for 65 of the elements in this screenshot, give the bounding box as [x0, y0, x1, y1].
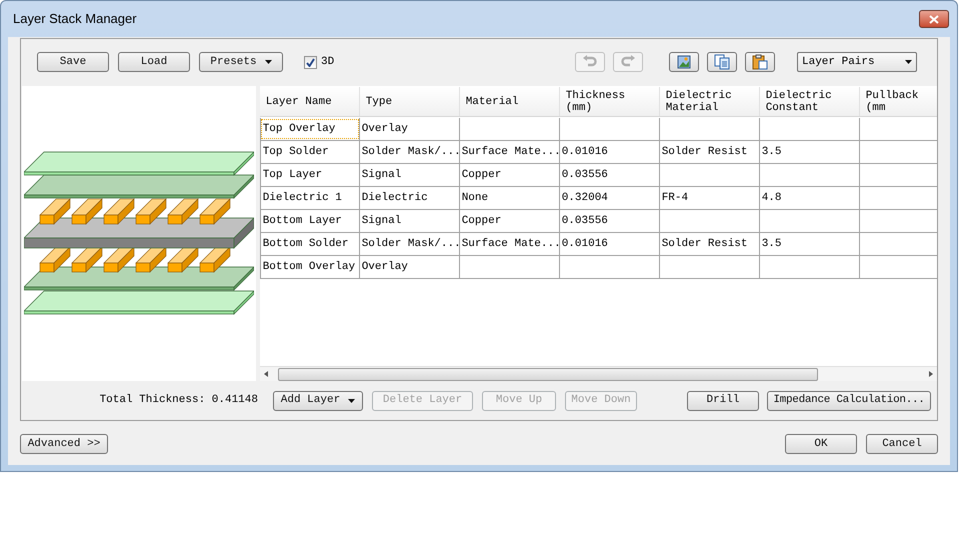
- table-cell[interactable]: None: [460, 187, 560, 209]
- table-cell[interactable]: Bottom Solder: [260, 233, 360, 255]
- table-cell[interactable]: 4.8: [760, 187, 860, 209]
- toolbar-button[interactable]: [707, 52, 737, 72]
- presets-dropdown[interactable]: Presets: [199, 52, 283, 72]
- table-cell[interactable]: Bottom Layer: [260, 210, 360, 232]
- table-cell[interactable]: Bottom Overlay: [260, 256, 360, 278]
- table-cell[interactable]: Solder Resist: [660, 141, 760, 163]
- ok-button[interactable]: OK: [785, 434, 857, 454]
- horizontal-scrollbar[interactable]: [260, 366, 937, 381]
- table-cell[interactable]: Surface Mate...: [460, 141, 560, 163]
- impedance-button[interactable]: Impedance Calculation...: [767, 390, 931, 410]
- toolbar-button[interactable]: Save: [37, 52, 109, 72]
- column-header[interactable]: Type: [360, 87, 460, 116]
- column-header[interactable]: Layer Name: [260, 87, 360, 116]
- cancel-button[interactable]: Cancel: [866, 434, 938, 454]
- close-icon: [929, 14, 939, 24]
- checkbox-label: 3D: [321, 54, 334, 70]
- toolbar-button[interactable]: [745, 52, 775, 72]
- table-cell[interactable]: 3.5: [760, 233, 860, 255]
- copy-icon: [714, 54, 730, 70]
- table-cell[interactable]: 3.5: [760, 141, 860, 163]
- add-layer-dropdown[interactable]: Add Layer: [273, 390, 363, 410]
- column-header[interactable]: Dielectric Constant: [760, 87, 860, 116]
- advanced-button[interactable]: Advanced >>: [20, 434, 108, 454]
- table-cell[interactable]: FR-4: [660, 187, 760, 209]
- picture-frame-icon: [676, 54, 692, 70]
- scrollbar-thumb[interactable]: [278, 368, 818, 380]
- table-cell[interactable]: Copper: [460, 210, 560, 232]
- column-header[interactable]: Material: [460, 87, 560, 116]
- caret-icon: [905, 60, 912, 64]
- table-cell[interactable]: Overlay: [360, 256, 460, 278]
- table-cell[interactable]: Signal: [360, 210, 460, 232]
- table-cell[interactable]: Signal: [360, 164, 460, 186]
- table-cell[interactable]: Solder Mask/...: [360, 141, 460, 163]
- toolbar-button[interactable]: Load: [118, 52, 190, 72]
- total-thickness-label: Total Thickness: 0.41148: [100, 393, 258, 408]
- table-cell[interactable]: 0.03556: [560, 164, 660, 186]
- table-cell[interactable]: Overlay: [360, 118, 460, 140]
- caret-icon: [264, 60, 272, 64]
- window-title: Layer Stack Manager: [13, 10, 137, 28]
- table-cell[interactable]: Dielectric 1: [260, 187, 360, 209]
- table-cell[interactable]: 0.32004: [560, 187, 660, 209]
- table-cell[interactable]: Top Overlay: [260, 118, 360, 140]
- table-cell[interactable]: Dielectric: [360, 187, 460, 209]
- table-cell[interactable]: Copper: [460, 164, 560, 186]
- table-cell[interactable]: Solder Resist: [660, 233, 760, 255]
- table-cell[interactable]: Top Solder: [260, 141, 360, 163]
- clipboard-icon: [752, 54, 768, 70]
- table-cell[interactable]: 0.01016: [560, 141, 660, 163]
- checkbox[interactable]: [304, 56, 317, 68]
- column-header[interactable]: Dielectric Material: [660, 87, 760, 116]
- toolbar-button[interactable]: [669, 52, 699, 72]
- table-cell[interactable]: Top Layer: [260, 164, 360, 186]
- table-cell[interactable]: 0.01016: [560, 233, 660, 255]
- check-icon: [306, 58, 315, 66]
- table-cell[interactable]: Surface Mate...: [460, 233, 560, 255]
- caret-icon: [348, 398, 356, 402]
- table-cell[interactable]: 0.03556: [560, 210, 660, 232]
- column-header[interactable]: Pullback (mm: [860, 87, 937, 116]
- close-button[interactable]: [919, 10, 949, 28]
- view-select[interactable]: Layer Pairs: [797, 52, 917, 72]
- drill-button[interactable]: Drill: [687, 390, 759, 410]
- column-header[interactable]: Thickness (mm): [560, 87, 660, 116]
- table-cell[interactable]: Solder Mask/...: [360, 233, 460, 255]
